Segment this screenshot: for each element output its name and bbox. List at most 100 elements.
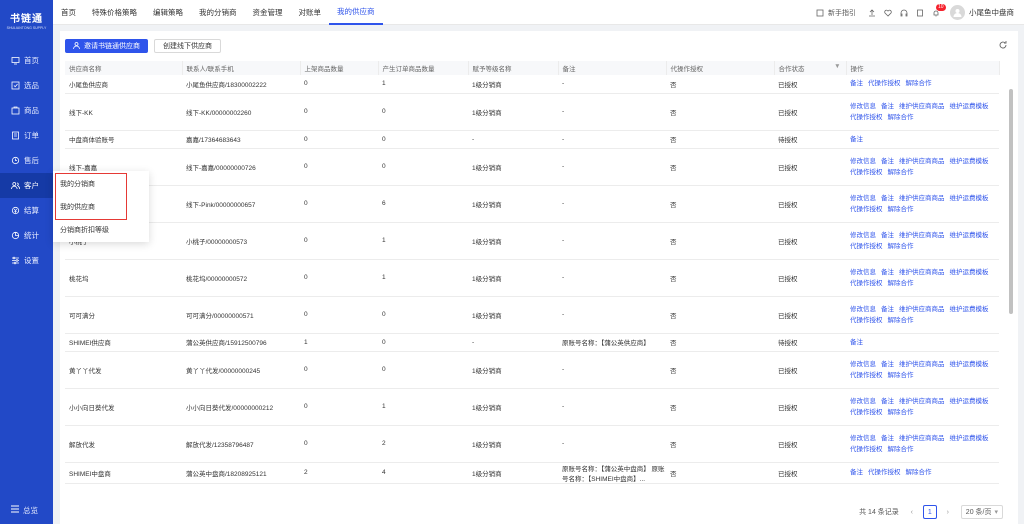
- create-offline-supplier-button[interactable]: 创建线下供应商: [154, 39, 221, 53]
- row-action-link[interactable]: 代操作授权: [850, 407, 883, 418]
- row-action-link[interactable]: 代操作授权: [850, 204, 883, 215]
- row-action-link[interactable]: 备注: [850, 467, 863, 478]
- row-action-link[interactable]: 备注: [881, 193, 894, 204]
- row-action-link[interactable]: 解除合作: [888, 407, 914, 418]
- row-action-link[interactable]: 修改信息: [850, 193, 876, 204]
- row-action-link[interactable]: 代操作授权: [850, 241, 883, 252]
- top-tab-3[interactable]: 我的分销商: [191, 0, 245, 25]
- row-action-link[interactable]: 解除合作: [906, 78, 932, 89]
- row-action-link[interactable]: 解除合作: [888, 278, 914, 289]
- row-action-link[interactable]: 修改信息: [850, 396, 876, 407]
- row-action-link[interactable]: 备注: [850, 134, 863, 145]
- row-action-link[interactable]: 维护运费模板: [950, 156, 989, 167]
- row-action-link[interactable]: 修改信息: [850, 156, 876, 167]
- row-action-link[interactable]: 维护供应商商品: [899, 267, 945, 278]
- row-action-link[interactable]: 维护供应商商品: [899, 396, 945, 407]
- row-action-link[interactable]: 备注: [881, 396, 894, 407]
- row-action-link[interactable]: 维护运费模板: [950, 267, 989, 278]
- page-size-select[interactable]: 20 条/页 ▾: [960, 505, 1003, 519]
- next-page-button[interactable]: ›: [941, 505, 955, 519]
- row-action-link[interactable]: 维护运费模板: [950, 396, 989, 407]
- row-action-link[interactable]: 修改信息: [850, 433, 876, 444]
- row-action-link[interactable]: 备注: [850, 337, 863, 348]
- row-action-link[interactable]: 代操作授权: [850, 278, 883, 289]
- row-action-link[interactable]: 代操作授权: [850, 444, 883, 455]
- table-cell: 否: [666, 296, 774, 334]
- row-action-link[interactable]: 代操作授权: [868, 78, 901, 89]
- row-action-link[interactable]: 代操作授权: [850, 370, 883, 381]
- row-action-link[interactable]: 修改信息: [850, 230, 876, 241]
- refresh-icon[interactable]: [998, 40, 1008, 50]
- headset-icon[interactable]: [899, 8, 909, 18]
- sidebar-item-0[interactable]: 首页: [0, 48, 53, 73]
- row-action-link[interactable]: 维护供应商商品: [899, 156, 945, 167]
- row-action-link[interactable]: 维护运费模板: [950, 359, 989, 370]
- row-action-link[interactable]: 修改信息: [850, 101, 876, 112]
- row-action-link[interactable]: 维护运费模板: [950, 433, 989, 444]
- page-number-button[interactable]: 1: [922, 505, 937, 519]
- top-tab-2[interactable]: 编辑策略: [145, 0, 191, 25]
- row-action-link[interactable]: 备注: [850, 78, 863, 89]
- row-action-link[interactable]: 解除合作: [888, 315, 914, 326]
- user-name[interactable]: 小尾鱼中盘商: [969, 7, 1014, 18]
- row-action-link[interactable]: 修改信息: [850, 359, 876, 370]
- row-action-link[interactable]: 解除合作: [888, 204, 914, 215]
- submenu-item-2[interactable]: 分销商折扣等级: [53, 220, 149, 240]
- menu-icon: [11, 505, 19, 515]
- row-action-link[interactable]: 备注: [881, 267, 894, 278]
- top-tab-1[interactable]: 特殊价格策略: [84, 0, 145, 25]
- row-action-link[interactable]: 解除合作: [888, 444, 914, 455]
- sidebar-item-8[interactable]: 设置: [0, 248, 53, 273]
- avatar[interactable]: [950, 5, 965, 20]
- row-action-link[interactable]: 备注: [881, 101, 894, 112]
- row-action-link[interactable]: 代操作授权: [850, 112, 883, 123]
- upload-icon[interactable]: [867, 8, 877, 18]
- row-action-link[interactable]: 备注: [881, 156, 894, 167]
- sidebar-item-5[interactable]: 客户: [0, 173, 53, 198]
- row-action-link[interactable]: 维护供应商商品: [899, 230, 945, 241]
- row-action-link[interactable]: 维护供应商商品: [899, 101, 945, 112]
- top-tab-4[interactable]: 资金管理: [245, 0, 291, 25]
- row-action-link[interactable]: 代操作授权: [868, 467, 901, 478]
- row-action-link[interactable]: 解除合作: [906, 467, 932, 478]
- row-action-link[interactable]: 代操作授权: [850, 167, 883, 178]
- top-tab-0[interactable]: 首页: [53, 0, 84, 25]
- row-action-link[interactable]: 维护供应商商品: [899, 359, 945, 370]
- sidebar-item-3[interactable]: 订单: [0, 123, 53, 148]
- row-action-link[interactable]: 解除合作: [888, 167, 914, 178]
- row-action-link[interactable]: 维护供应商商品: [899, 193, 945, 204]
- row-action-link[interactable]: 维护供应商商品: [899, 433, 945, 444]
- row-action-link[interactable]: 备注: [881, 230, 894, 241]
- row-action-link[interactable]: 备注: [881, 359, 894, 370]
- row-action-link[interactable]: 解除合作: [888, 112, 914, 123]
- row-action-link[interactable]: 备注: [881, 433, 894, 444]
- row-action-link[interactable]: 维护运费模板: [950, 193, 989, 204]
- row-action-link[interactable]: 维护运费模板: [950, 304, 989, 315]
- row-action-link[interactable]: 修改信息: [850, 267, 876, 278]
- row-action-link[interactable]: 维护供应商商品: [899, 304, 945, 315]
- guide-link[interactable]: 新手指引: [812, 8, 856, 18]
- row-action-link[interactable]: 维护运费模板: [950, 230, 989, 241]
- sidebar-item-2[interactable]: 商品: [0, 98, 53, 123]
- row-action-link[interactable]: 代操作授权: [850, 315, 883, 326]
- filter-icon[interactable]: ▼: [834, 63, 840, 70]
- sidebar-item-6[interactable]: 结算: [0, 198, 53, 223]
- top-tab-6[interactable]: 我的供应商: [329, 0, 383, 25]
- row-action-link[interactable]: 维护运费模板: [950, 101, 989, 112]
- sidebar-item-1[interactable]: 选品: [0, 73, 53, 98]
- row-action-link[interactable]: 解除合作: [888, 241, 914, 252]
- invite-supplier-button[interactable]: 邀请书链通供应商: [65, 39, 148, 53]
- prev-page-button[interactable]: ‹: [905, 505, 919, 519]
- row-action-link[interactable]: 修改信息: [850, 304, 876, 315]
- brand-logo[interactable]: 书链通 SHULIANTONG SUPPLY: [0, 0, 53, 40]
- sidebar-item-4[interactable]: 售后: [0, 148, 53, 173]
- favorite-icon[interactable]: [883, 8, 893, 18]
- vertical-scrollbar[interactable]: [1009, 89, 1013, 314]
- row-action-link[interactable]: 备注: [881, 304, 894, 315]
- sidebar-item-7[interactable]: 统计: [0, 223, 53, 248]
- row-action-link[interactable]: 解除合作: [888, 370, 914, 381]
- bell-icon[interactable]: 10: [931, 3, 946, 18]
- top-tab-5[interactable]: 对账单: [291, 0, 330, 25]
- sidebar-overview[interactable]: 总览: [0, 502, 53, 518]
- document-icon[interactable]: [915, 8, 925, 18]
